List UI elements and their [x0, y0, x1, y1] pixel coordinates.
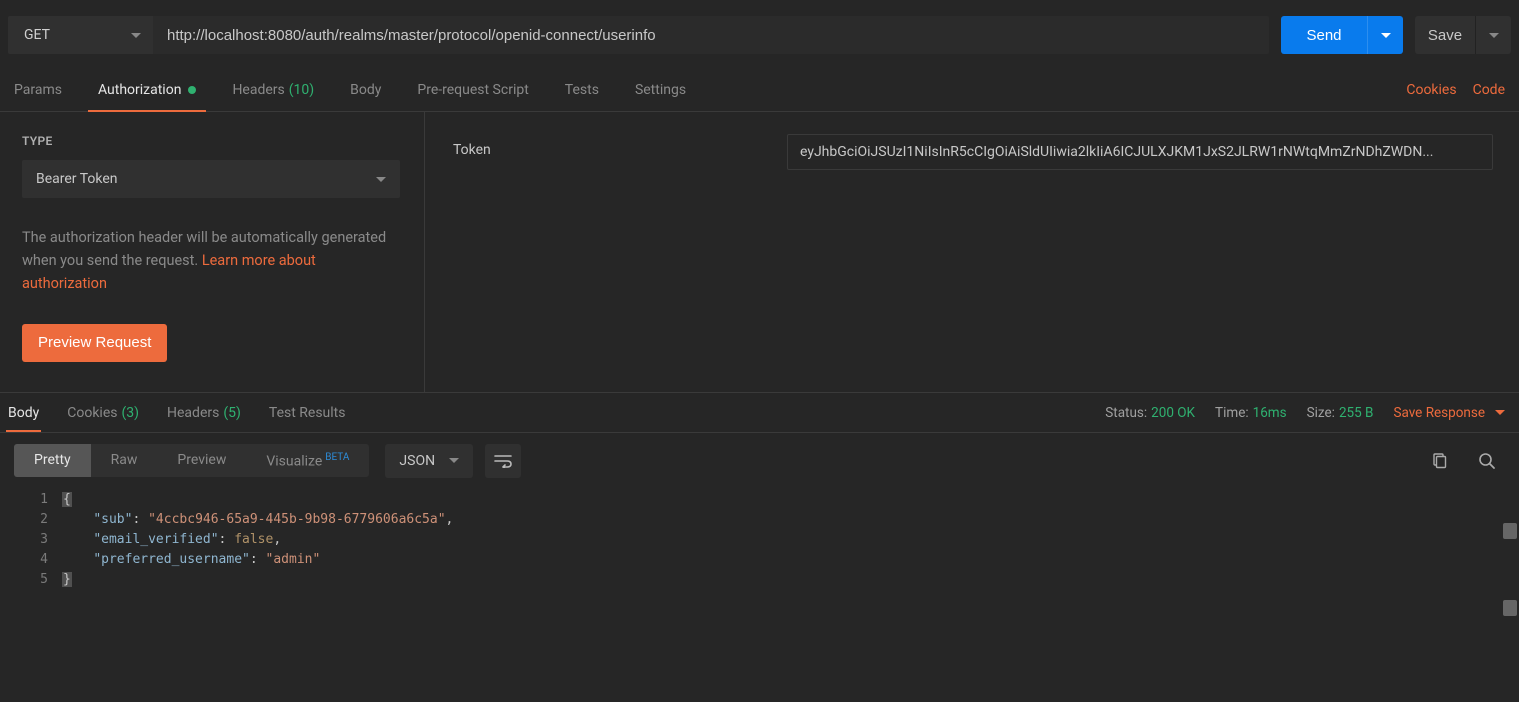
- format-select[interactable]: JSON: [385, 444, 473, 478]
- resp-tab-headers-count: (5): [223, 405, 241, 421]
- cookies-link[interactable]: Cookies: [1406, 82, 1456, 98]
- tab-headers[interactable]: Headers (10): [232, 68, 314, 111]
- token-input[interactable]: eyJhbGciOiJSUzI1NiIsInR5cCIgOiAiSldUIiwi…: [787, 134, 1493, 170]
- line-number: 3: [0, 530, 48, 550]
- line-gutter: 1 2 3 4 5: [0, 490, 62, 590]
- wrap-icon: [494, 454, 512, 468]
- view-mode-raw[interactable]: Raw: [91, 444, 158, 478]
- response-bar: Body Cookies (3) Headers (5) Test Result…: [0, 392, 1519, 432]
- resp-tab-body[interactable]: Body: [8, 393, 39, 432]
- view-mode-visualize-label: Visualize: [266, 453, 322, 469]
- brace-open: {: [62, 492, 72, 507]
- json-value: "4ccbc946-65a9-445b-9b98-6779606a6c5a": [148, 512, 445, 527]
- resp-tab-cookies-count: (3): [121, 405, 139, 421]
- chevron-down-icon: [1381, 33, 1391, 38]
- tab-tests[interactable]: Tests: [565, 68, 599, 111]
- preview-request-button[interactable]: Preview Request: [22, 324, 167, 362]
- chevron-down-icon: [376, 177, 386, 182]
- wrap-lines-button[interactable]: [485, 444, 521, 478]
- response-body-editor[interactable]: 1 2 3 4 5 { "sub": "4ccbc946-65a9-445b-9…: [0, 488, 1519, 590]
- copy-icon: [1431, 453, 1447, 469]
- json-value: false: [234, 532, 273, 547]
- token-label: Token: [453, 134, 787, 370]
- view-mode-preview[interactable]: Preview: [157, 444, 246, 478]
- size-meta: Size:255 B: [1307, 405, 1374, 421]
- brace-close: }: [62, 572, 72, 587]
- resp-tab-cookies-label: Cookies: [67, 405, 117, 421]
- code-content: { "sub": "4ccbc946-65a9-445b-9b98-677960…: [62, 490, 1519, 590]
- json-key: "preferred_username": [93, 552, 250, 567]
- resp-tab-test-results[interactable]: Test Results: [269, 393, 346, 432]
- search-icon: [1478, 452, 1496, 470]
- line-number: 4: [0, 550, 48, 570]
- tab-authorization[interactable]: Authorization: [98, 68, 196, 111]
- http-method-value: GET: [24, 27, 50, 43]
- json-key: "email_verified": [93, 532, 218, 547]
- status-label: Status:: [1105, 405, 1147, 421]
- resp-tab-cookies[interactable]: Cookies (3): [67, 393, 139, 432]
- response-toolbar: Pretty Raw Preview VisualizeBETA JSON: [0, 432, 1519, 488]
- line-number: 2: [0, 510, 48, 530]
- tab-params[interactable]: Params: [14, 68, 62, 111]
- copy-button[interactable]: [1421, 444, 1457, 478]
- size-value: 255 B: [1339, 405, 1374, 421]
- view-mode-pretty[interactable]: Pretty: [14, 444, 91, 478]
- auth-type-select[interactable]: Bearer Token: [22, 160, 400, 198]
- http-method-select[interactable]: GET: [8, 16, 153, 54]
- url-input[interactable]: [153, 16, 1269, 54]
- auth-type-value: Bearer Token: [36, 171, 118, 187]
- save-button[interactable]: Save: [1415, 16, 1475, 54]
- resp-tab-headers-label: Headers: [167, 405, 219, 421]
- request-bar: GET Send Save: [0, 0, 1519, 68]
- time-meta: Time:16ms: [1215, 405, 1287, 421]
- status-value: 200 OK: [1151, 405, 1195, 421]
- tab-settings[interactable]: Settings: [635, 68, 686, 111]
- view-mode-group: Pretty Raw Preview VisualizeBETA: [14, 444, 369, 478]
- status-meta: Status:200 OK: [1105, 405, 1195, 421]
- scrollbar-thumb[interactable]: [1503, 600, 1517, 616]
- time-value: 16ms: [1253, 405, 1287, 421]
- size-label: Size:: [1307, 405, 1335, 421]
- beta-badge: BETA: [325, 452, 349, 463]
- chevron-down-icon: [1495, 410, 1505, 415]
- format-value: JSON: [399, 453, 435, 469]
- time-label: Time:: [1215, 405, 1249, 421]
- save-dropdown-button[interactable]: [1475, 16, 1511, 54]
- tab-headers-label: Headers: [232, 82, 284, 98]
- chevron-down-icon: [1489, 33, 1499, 38]
- scrollbar-thumb[interactable]: [1503, 523, 1517, 539]
- auth-type-label: TYPE: [22, 134, 400, 148]
- tab-authorization-label: Authorization: [98, 82, 181, 98]
- auth-sidebar: TYPE Bearer Token The authorization head…: [0, 112, 425, 392]
- code-link[interactable]: Code: [1473, 82, 1505, 98]
- chevron-down-icon: [131, 33, 141, 38]
- auth-fields: Token eyJhbGciOiJSUzI1NiIsInR5cCIgOiAiSl…: [425, 112, 1519, 392]
- json-value: "admin": [266, 552, 321, 567]
- json-key: "sub": [93, 512, 132, 527]
- line-number: 1: [0, 490, 48, 510]
- chevron-down-icon: [449, 458, 459, 463]
- send-button[interactable]: Send: [1281, 16, 1367, 54]
- authorization-panel: TYPE Bearer Token The authorization head…: [0, 112, 1519, 392]
- tab-prerequest[interactable]: Pre-request Script: [417, 68, 528, 111]
- view-mode-visualize[interactable]: VisualizeBETA: [246, 444, 369, 478]
- tab-body[interactable]: Body: [350, 68, 381, 111]
- response-meta: Status:200 OK Time:16ms Size:255 B Save …: [1105, 405, 1505, 421]
- line-number: 5: [0, 570, 48, 590]
- send-dropdown-button[interactable]: [1367, 16, 1403, 54]
- save-response-button[interactable]: Save Response: [1393, 405, 1505, 421]
- auth-description: The authorization header will be automat…: [22, 226, 400, 296]
- request-tabs: Params Authorization Headers (10) Body P…: [0, 68, 1519, 112]
- status-dot-icon: [188, 86, 196, 94]
- tab-headers-count: (10): [289, 82, 314, 98]
- save-response-label: Save Response: [1393, 405, 1485, 421]
- resp-tab-headers[interactable]: Headers (5): [167, 393, 241, 432]
- search-button[interactable]: [1469, 444, 1505, 478]
